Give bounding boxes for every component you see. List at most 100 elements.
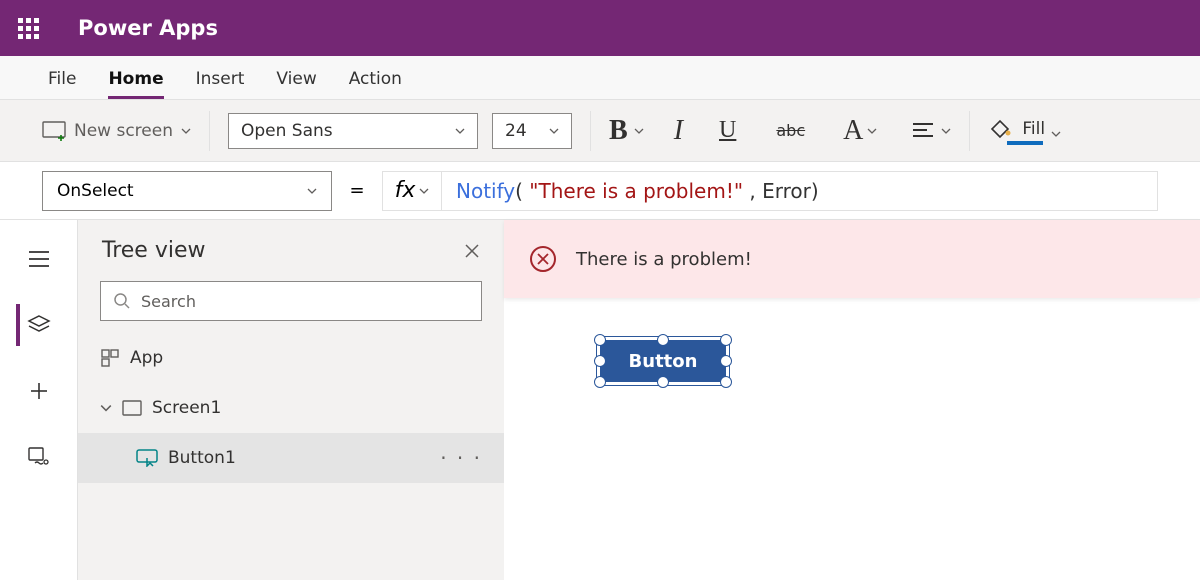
screen-icon <box>122 400 142 416</box>
tree-item-more-button[interactable]: · · · <box>440 446 482 470</box>
menu-bar: File Home Insert View Action <box>0 56 1200 100</box>
menu-home[interactable]: Home <box>108 59 163 99</box>
resize-handle[interactable] <box>720 376 732 388</box>
tree-view-nav[interactable] <box>16 304 58 346</box>
resize-handle[interactable] <box>657 334 669 346</box>
menu-file[interactable]: File <box>48 59 76 99</box>
tree-panel: Tree view Search App <box>78 220 504 580</box>
chevron-down-icon <box>549 126 559 136</box>
formula-open: ( <box>515 179 529 203</box>
new-screen-label: New screen <box>74 121 173 141</box>
property-select[interactable]: OnSelect <box>42 171 332 211</box>
layers-icon <box>27 314 51 336</box>
resize-handle[interactable] <box>594 376 606 388</box>
tree-item-screen1[interactable]: Screen1 <box>78 383 504 433</box>
underline-button[interactable]: U <box>719 117 736 144</box>
paint-bucket-icon <box>988 117 1012 139</box>
italic-button[interactable]: I <box>674 115 683 147</box>
font-name: Open Sans <box>241 121 333 141</box>
toolbar: New screen Open Sans 24 B I U abc A <box>0 100 1200 162</box>
fx-icon: fx <box>395 178 416 203</box>
canvas[interactable]: There is a problem! Button <box>504 220 1200 580</box>
chevron-down-icon <box>867 126 877 136</box>
media-nav[interactable] <box>18 436 60 478</box>
chevron-down-icon <box>1051 129 1061 139</box>
chevron-down-icon <box>307 186 317 196</box>
search-placeholder: Search <box>141 292 196 311</box>
media-icon <box>27 446 51 468</box>
italic-icon: I <box>674 115 683 147</box>
formula-string: "There is a problem!" <box>529 179 743 203</box>
app-launcher-button[interactable] <box>0 0 56 56</box>
formula-bar: OnSelect = fx Notify( "There is a proble… <box>0 162 1200 220</box>
formula-input[interactable]: Notify( "There is a problem!" , Error) <box>442 171 1158 211</box>
plus-icon <box>29 381 49 401</box>
separator <box>969 111 970 151</box>
tree-title: Tree view <box>102 238 206 263</box>
chevron-down-icon <box>941 126 951 136</box>
resize-handle[interactable] <box>594 334 606 346</box>
bold-icon: B <box>609 115 628 147</box>
tree-item-label: Screen1 <box>152 398 221 418</box>
resize-handle[interactable] <box>657 376 669 388</box>
tree-item-label: Button1 <box>168 448 236 468</box>
fill-swatch <box>1007 141 1043 145</box>
menu-insert[interactable]: Insert <box>196 59 245 99</box>
tree-close-button[interactable] <box>464 243 480 259</box>
chevron-down-icon <box>634 126 644 136</box>
resize-handle[interactable] <box>720 355 732 367</box>
fx-button[interactable]: fx <box>382 171 442 211</box>
chevron-down-icon <box>419 186 429 196</box>
app-title: Power Apps <box>78 16 218 40</box>
font-select[interactable]: Open Sans <box>228 113 478 149</box>
font-color-button[interactable]: A <box>843 115 877 147</box>
notification-banner: There is a problem! <box>504 220 1200 298</box>
resize-handle[interactable] <box>594 355 606 367</box>
fill-label: Fill <box>1022 119 1045 139</box>
screen-plus-icon <box>42 121 66 141</box>
new-screen-button[interactable]: New screen <box>42 121 191 141</box>
menu-action[interactable]: Action <box>349 59 402 99</box>
menu-view[interactable]: View <box>276 59 316 99</box>
left-rail <box>0 220 78 580</box>
app-icon <box>100 348 120 368</box>
font-size: 24 <box>505 121 527 141</box>
formula-fn: Notify <box>456 179 515 203</box>
font-size-select[interactable]: 24 <box>492 113 572 149</box>
bold-button[interactable]: B <box>609 115 644 147</box>
canvas-button-control[interactable]: Button <box>600 340 726 382</box>
strikethrough-icon: abc <box>776 121 805 140</box>
tree-header: Tree view <box>78 220 504 281</box>
titlebar: Power Apps <box>0 0 1200 56</box>
button-text: Button <box>629 351 698 372</box>
property-name: OnSelect <box>57 181 134 201</box>
search-icon <box>113 292 131 310</box>
insert-nav[interactable] <box>18 370 60 412</box>
chevron-down-icon <box>181 126 191 136</box>
tree-item-label: App <box>130 348 163 368</box>
tree-item-button1[interactable]: Button1 · · · <box>78 433 504 483</box>
align-icon <box>911 121 935 141</box>
separator <box>209 111 210 151</box>
separator <box>590 111 591 151</box>
error-icon <box>530 246 556 272</box>
tree-search-input[interactable]: Search <box>100 281 482 321</box>
close-icon <box>464 243 480 259</box>
equals-sign: = <box>332 180 382 201</box>
fill-button[interactable]: Fill <box>988 117 1061 145</box>
chevron-down-icon <box>455 126 465 136</box>
workspace: Tree view Search App <box>0 220 1200 580</box>
hamburger-icon <box>28 250 50 268</box>
chevron-down-icon <box>100 402 112 414</box>
font-color-icon: A <box>843 115 863 147</box>
tree-item-app[interactable]: App <box>78 333 504 383</box>
strikethrough-button[interactable]: abc <box>776 121 805 140</box>
waffle-icon <box>18 18 39 39</box>
align-button[interactable] <box>911 121 951 141</box>
notification-message: There is a problem! <box>576 249 752 270</box>
hamburger-button[interactable] <box>18 238 60 280</box>
button-control-icon <box>136 449 158 467</box>
resize-handle[interactable] <box>720 334 732 346</box>
formula-rest: , Error) <box>743 179 819 203</box>
underline-icon: U <box>719 117 736 144</box>
